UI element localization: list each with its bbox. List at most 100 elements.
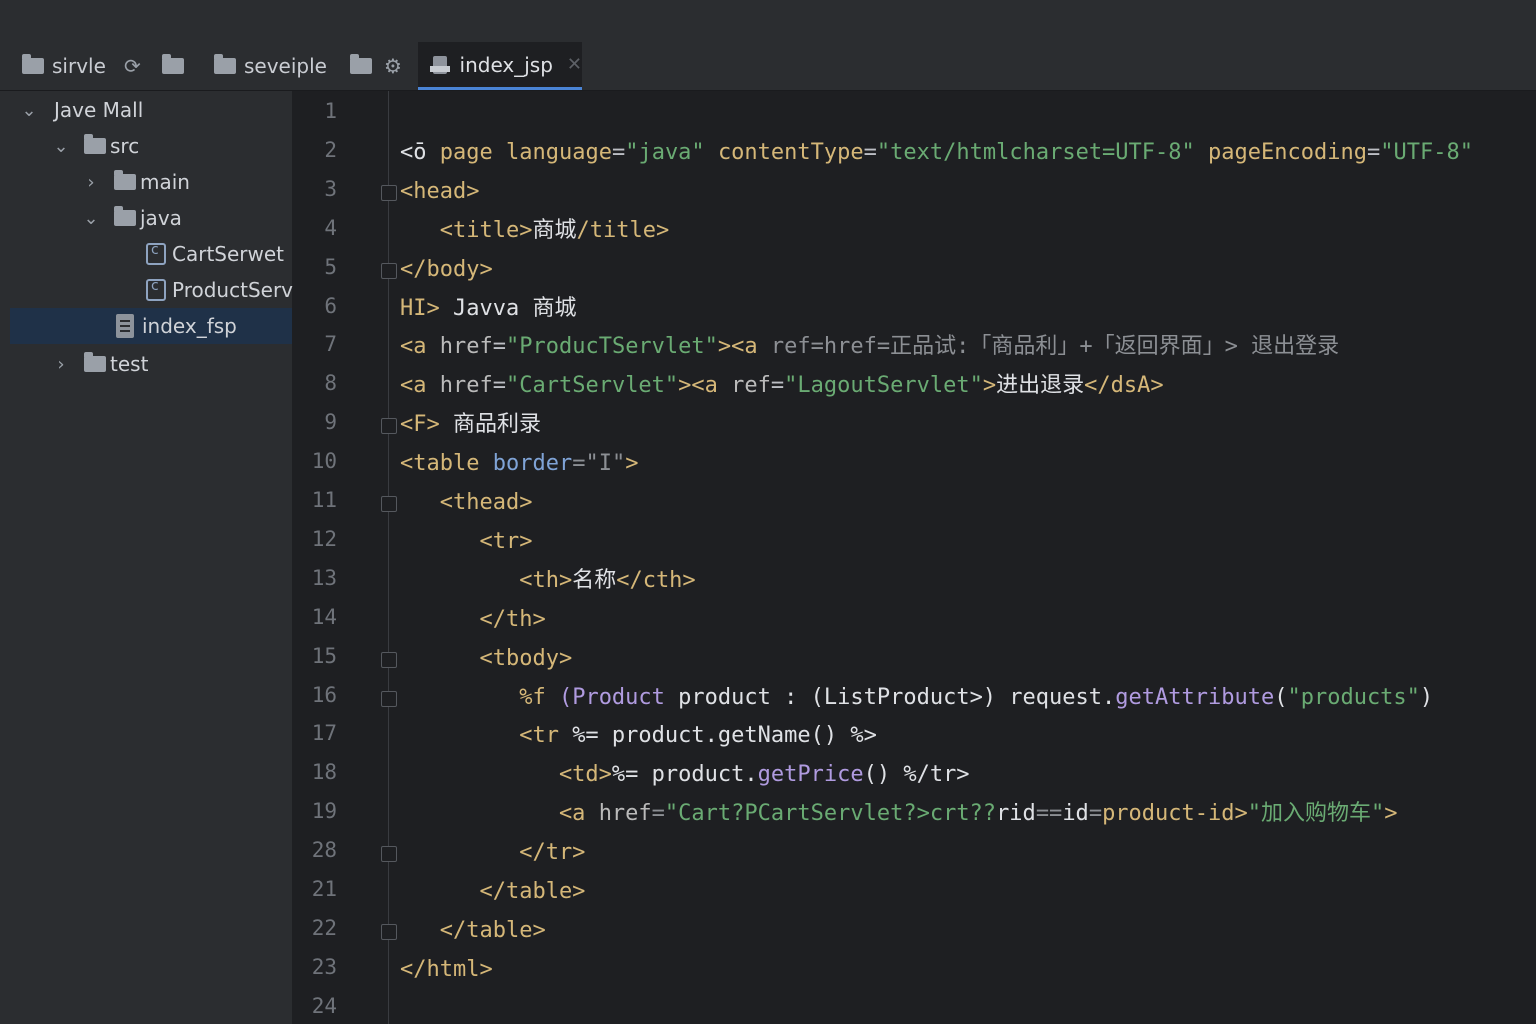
code-line[interactable]: </body> <box>400 255 493 285</box>
code-line[interactable]: <thead> <box>400 488 533 518</box>
class-file-icon <box>146 242 166 265</box>
code-line[interactable]: <head> <box>400 177 479 207</box>
tree-item-jave-mall[interactable]: ⌄ Jave Mall <box>0 92 312 128</box>
code-token: "text/htmlcharset=UTF-8" <box>876 139 1195 165</box>
code-line[interactable]: <tr> <box>400 527 532 557</box>
code-token: </cth> <box>616 567 696 593</box>
sync-button[interactable]: ⟳ <box>124 42 141 90</box>
tab-index-jsp[interactable]: index_jsp ✕ <box>418 42 582 90</box>
chevron-right-icon[interactable]: › <box>52 354 70 375</box>
chevron-down-icon[interactable]: ⌄ <box>82 208 100 229</box>
code-line[interactable]: <a href="ProducTServlet"><a ref=href=正品试… <box>400 332 1339 362</box>
line-number: 10 <box>311 449 337 474</box>
code-token: /title> <box>576 217 670 243</box>
code-token: = <box>492 334 506 360</box>
line-number: 21 <box>311 877 337 901</box>
code-line[interactable]: <F> 商品利录 <box>400 410 541 440</box>
code-token: ref <box>731 373 771 399</box>
code-line[interactable]: <table border="I"> <box>400 449 638 479</box>
code-token: getAttribute <box>1115 684 1275 710</box>
line-number: 8 <box>324 371 337 396</box>
code-token: <td> <box>400 762 612 788</box>
code-token: <th> <box>400 567 573 593</box>
code-token: %f <box>400 684 559 710</box>
line-number: 19 <box>311 799 337 824</box>
code-line[interactable]: <th>名称</cth> <box>400 566 696 596</box>
line-number: 1 <box>324 99 337 123</box>
folder-button[interactable] <box>350 42 372 90</box>
code-token: href <box>439 373 493 399</box>
code-token: () %/tr> <box>863 762 970 788</box>
chevron-down-icon[interactable]: ⌄ <box>20 100 38 121</box>
code-line[interactable]: </table> <box>400 877 585 907</box>
code-token: <head> <box>400 178 480 204</box>
code-token: <ō <box>400 139 440 165</box>
folder-icon <box>162 54 184 74</box>
code-token: <tr> <box>400 528 533 554</box>
code-token: <tr <box>400 723 573 749</box>
open-folder-button[interactable] <box>162 42 184 90</box>
code-token: "ProducTServlet" <box>505 334 718 360</box>
code-token: = <box>863 139 877 165</box>
code-line[interactable]: </table> <box>400 916 546 946</box>
tree-item-label: CartSerwet <box>172 242 285 266</box>
line-number: 17 <box>311 721 337 746</box>
line-number: 9 <box>324 410 337 435</box>
code-line[interactable]: <a href="Cart?PCartServlet?>crt??rid==id… <box>400 799 1398 829</box>
sync-icon: ⟳ <box>124 54 141 78</box>
code-token: "UTF-8" <box>1380 139 1473 165</box>
code-line[interactable]: </tr> <box>400 838 585 868</box>
toolbar-item-sirvle[interactable]: sirvle <box>22 42 106 90</box>
title-bar <box>0 0 1536 43</box>
code-token: > <box>625 451 639 477</box>
code-token: 进出退录 <box>996 373 1085 399</box>
code-token: 商城 <box>532 217 577 243</box>
code-token: = <box>611 139 626 165</box>
code-token: "LagoutServlet" <box>784 373 983 399</box>
code-token: ( <box>1274 684 1288 710</box>
toolbar-label: sirvle <box>52 54 106 78</box>
jsp-file-icon <box>116 314 134 338</box>
code-line[interactable]: </th> <box>400 605 545 635</box>
code-line[interactable]: <td>%= product.getPrice() %/tr> <box>400 760 970 790</box>
tree-item-index-fsp[interactable]: index_fsp <box>10 308 292 344</box>
code-token: HI> <box>400 295 453 321</box>
code-token: "CartServlet" <box>505 373 679 399</box>
close-icon[interactable]: ✕ <box>567 54 582 75</box>
code-token: getPrice <box>757 762 864 788</box>
code-token: 名称 <box>572 567 617 593</box>
toolbar-item-seveiple[interactable]: seveiple <box>214 42 327 90</box>
chevron-down-icon[interactable]: ⌄ <box>52 136 70 157</box>
line-number: 18 <box>311 760 337 785</box>
code-token: = <box>651 801 665 827</box>
code-line[interactable]: HI> Јavva 商城 <box>400 294 576 324</box>
navigation-toolbar: sirvle ⟳ seveiple ⚙ <box>0 42 1536 91</box>
code-token: </tr> <box>400 840 586 866</box>
code-token: </table> <box>400 917 546 943</box>
chevron-right-icon[interactable]: › <box>82 172 100 193</box>
jsp-file-icon <box>430 54 450 76</box>
code-token: <F> <box>400 412 453 438</box>
folder-icon <box>114 206 136 226</box>
code-token: language <box>505 139 612 165</box>
class-file-icon <box>146 278 166 301</box>
code-editor[interactable]: <ō page language="java" contentType="tex… <box>389 91 1536 1024</box>
code-line[interactable]: <tbody> <box>400 644 572 674</box>
code-token: > <box>1384 801 1398 827</box>
code-line[interactable]: %f (Product product : (ListProduct>) req… <box>400 683 1433 713</box>
folder-icon <box>114 170 136 190</box>
code-line[interactable]: <title>商城/title> <box>400 216 669 246</box>
code-line[interactable]: </html> <box>400 955 493 985</box>
settings-button[interactable]: ⚙ <box>384 42 402 90</box>
line-number-gutter[interactable]: 1 2 3 4 5 6 7 8 9 10 11 12 13 14 15 16 17 18 19 28 21 22 23 24 <box>293 91 397 1024</box>
code-line[interactable]: <a href="CartServlet"><a ref="LagoutServ… <box>400 371 1164 401</box>
line-number: 14 <box>311 604 337 629</box>
project-tree: ⌄ Jave Mall ⌄ src › main ⌄ java CartSerw… <box>0 91 293 1024</box>
tree-item-label: main <box>140 170 190 194</box>
code-line[interactable]: <tr %= product.getName() %> <box>400 721 877 751</box>
code-token: ><a <box>717 334 771 360</box>
code-line[interactable]: <ō page language="java" contentType="tex… <box>400 138 1473 168</box>
tree-item-label: index_fsp <box>142 314 237 338</box>
code-token: "I" <box>585 451 626 477</box>
line-number: 4 <box>324 215 337 240</box>
